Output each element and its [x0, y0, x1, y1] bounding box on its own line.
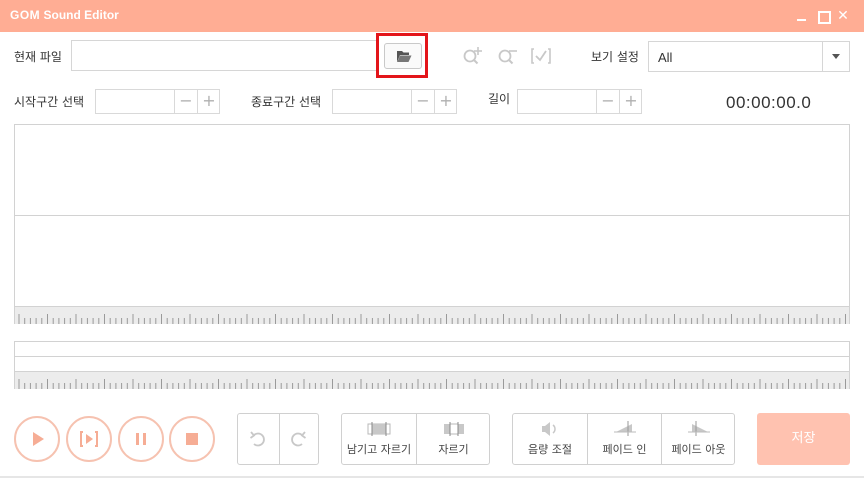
keep-cut-icon: [367, 422, 391, 436]
title-brand: GOM: [10, 8, 41, 22]
title-bar: GOM Sound Editor ✕: [0, 0, 864, 32]
save-button[interactable]: 저장: [757, 413, 850, 465]
end-minus-button[interactable]: −: [411, 90, 434, 113]
waveform-area[interactable]: [14, 124, 850, 324]
end-section-label: 종료구간 선택: [251, 95, 322, 109]
undo-button[interactable]: [238, 414, 279, 464]
keep-and-cut-label: 남기고 자르기: [346, 443, 412, 456]
overview-divider: [15, 356, 849, 357]
stop-button[interactable]: [169, 416, 215, 462]
current-file-label: 현재 파일: [14, 50, 62, 64]
length-minus-button[interactable]: −: [596, 90, 619, 113]
timeline-ruler: [15, 306, 849, 324]
fade-in-button[interactable]: 페이드 인: [587, 414, 661, 464]
start-plus-button[interactable]: +: [197, 90, 220, 113]
effects-group: 음량 조절 페이드 인 페이드 아웃: [512, 413, 735, 465]
stop-icon: [186, 433, 198, 445]
keep-and-cut-button[interactable]: 남기고 자르기: [342, 414, 416, 464]
window-title: GOM Sound Editor: [10, 8, 119, 22]
cut-group: 남기고 자르기 자르기: [341, 413, 490, 465]
length-plus-button[interactable]: +: [619, 90, 642, 113]
folder-open-icon: [397, 51, 412, 62]
speaker-icon: [542, 422, 556, 436]
close-icon[interactable]: ✕: [836, 9, 850, 23]
length-stepper[interactable]: − +: [517, 89, 642, 114]
title-text: Sound Editor: [40, 8, 119, 22]
fade-out-icon: [688, 421, 710, 436]
pause-icon: [136, 433, 146, 445]
open-file-button[interactable]: [384, 43, 422, 69]
length-label: 길이: [488, 92, 511, 106]
maximize-button[interactable]: [816, 9, 831, 24]
zoom-in-icon[interactable]: [462, 46, 484, 66]
volume-label: 음량 조절: [528, 443, 572, 456]
play-selection-button[interactable]: [66, 416, 112, 462]
view-settings-label: 보기 설정: [591, 50, 639, 64]
chevron-down-icon[interactable]: [822, 42, 849, 71]
fade-in-label: 페이드 인: [602, 443, 647, 456]
time-display: 00:00:00.0: [726, 93, 812, 112]
cut-icon: [444, 422, 464, 436]
cut-button[interactable]: 자르기: [416, 414, 490, 464]
start-section-label: 시작구간 선택: [14, 95, 85, 109]
redo-icon: [291, 431, 307, 447]
cut-label: 자르기: [438, 443, 469, 456]
zoom-out-icon[interactable]: [497, 46, 519, 66]
start-minus-button[interactable]: −: [174, 90, 197, 113]
undo-icon: [249, 431, 265, 447]
play-selection-icon: [80, 431, 98, 447]
overview-ruler: [15, 371, 849, 389]
view-settings-value: All: [658, 50, 673, 65]
play-icon: [33, 432, 44, 446]
fade-out-label: 페이드 아웃: [671, 443, 726, 456]
end-section-stepper[interactable]: − +: [332, 89, 457, 114]
minimize-button[interactable]: [795, 9, 809, 23]
end-plus-button[interactable]: +: [434, 90, 457, 113]
channel-divider: [15, 215, 849, 216]
overview-area[interactable]: [14, 341, 850, 389]
start-section-stepper[interactable]: − +: [95, 89, 220, 114]
fade-in-icon: [614, 421, 636, 436]
play-button[interactable]: [14, 416, 60, 462]
undo-redo-group: [237, 413, 319, 465]
pause-button[interactable]: [118, 416, 164, 462]
fade-out-button[interactable]: 페이드 아웃: [661, 414, 735, 464]
volume-button[interactable]: 음량 조절: [513, 414, 587, 464]
zoom-fit-icon[interactable]: [530, 46, 552, 66]
redo-button[interactable]: [279, 414, 319, 464]
current-file-input[interactable]: [71, 40, 377, 71]
view-settings-select[interactable]: All: [648, 41, 850, 72]
